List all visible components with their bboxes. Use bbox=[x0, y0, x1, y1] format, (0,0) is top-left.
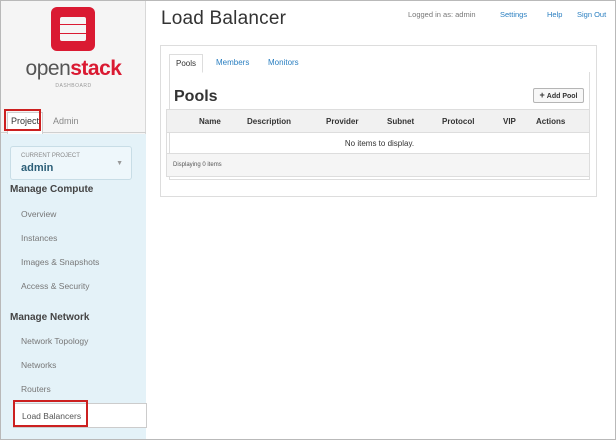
sidebar: openstack DASHBOARD Project Admin CURREN… bbox=[1, 1, 147, 439]
sidebar-item-images-snapshots[interactable]: Images & Snapshots bbox=[21, 257, 99, 267]
column-header-subnet[interactable]: Subnet bbox=[387, 117, 414, 126]
sidebar-item-routers[interactable]: Routers bbox=[21, 384, 51, 394]
column-header-name[interactable]: Name bbox=[199, 117, 221, 126]
pools-table: Name Description Provider Subnet Protoco… bbox=[166, 109, 590, 177]
plus-icon: + bbox=[539, 90, 545, 100]
tab-members[interactable]: Members bbox=[210, 54, 255, 73]
add-pool-button[interactable]: + Add Pool bbox=[533, 88, 584, 103]
openstack-logo-icon bbox=[51, 7, 95, 51]
sidebar-item-network-topology[interactable]: Network Topology bbox=[21, 336, 88, 346]
tab-monitors[interactable]: Monitors bbox=[262, 54, 305, 73]
column-header-description[interactable]: Description bbox=[247, 117, 291, 126]
chevron-down-icon: ▼ bbox=[116, 160, 123, 167]
project-selector-caption: CURRENT PROJECT bbox=[21, 153, 80, 159]
section-title-manage-compute: Manage Compute bbox=[10, 184, 94, 195]
help-link[interactable]: Help bbox=[547, 10, 562, 19]
add-pool-label: Add Pool bbox=[546, 93, 578, 100]
sidebar-item-overview[interactable]: Overview bbox=[21, 209, 56, 219]
column-header-provider[interactable]: Provider bbox=[326, 117, 358, 126]
logo[interactable]: openstack DASHBOARD bbox=[1, 1, 146, 101]
sidebar-item-load-balancers[interactable]: Load Balancers bbox=[13, 403, 147, 428]
brand-subtitle: DASHBOARD bbox=[55, 83, 92, 89]
brand-name: openstack bbox=[25, 57, 122, 80]
project-selector-value: admin bbox=[21, 162, 54, 174]
section-title-manage-network: Manage Network bbox=[10, 312, 90, 323]
settings-link[interactable]: Settings bbox=[500, 10, 527, 19]
logged-in-text: Logged in as: admin bbox=[408, 10, 476, 19]
sidebar-tabs: Project Admin bbox=[1, 109, 146, 134]
sidebar-item-instances[interactable]: Instances bbox=[21, 233, 57, 243]
column-header-protocol[interactable]: Protocol bbox=[442, 117, 474, 126]
sidebar-item-access-security[interactable]: Access & Security bbox=[21, 281, 90, 291]
sign-out-link[interactable]: Sign Out bbox=[577, 10, 606, 19]
tab-project[interactable]: Project bbox=[7, 112, 44, 134]
page-title: Load Balancer bbox=[161, 8, 287, 29]
empty-table-message: No items to display. bbox=[167, 133, 589, 154]
project-selector[interactable]: CURRENT PROJECT admin ▼ bbox=[10, 146, 132, 180]
column-header-vip[interactable]: VIP bbox=[503, 117, 516, 126]
section-heading: Pools bbox=[174, 88, 218, 105]
column-header-actions: Actions bbox=[536, 117, 566, 126]
sidebar-nav: CURRENT PROJECT admin ▼ Manage Compute O… bbox=[1, 134, 147, 439]
table-footer: Displaying 0 items bbox=[167, 154, 589, 176]
tab-admin[interactable]: Admin bbox=[53, 116, 79, 126]
sidebar-item-networks[interactable]: Networks bbox=[21, 360, 56, 370]
table-header: Name Description Provider Subnet Protoco… bbox=[167, 110, 589, 133]
tab-pools[interactable]: Pools bbox=[169, 54, 204, 73]
